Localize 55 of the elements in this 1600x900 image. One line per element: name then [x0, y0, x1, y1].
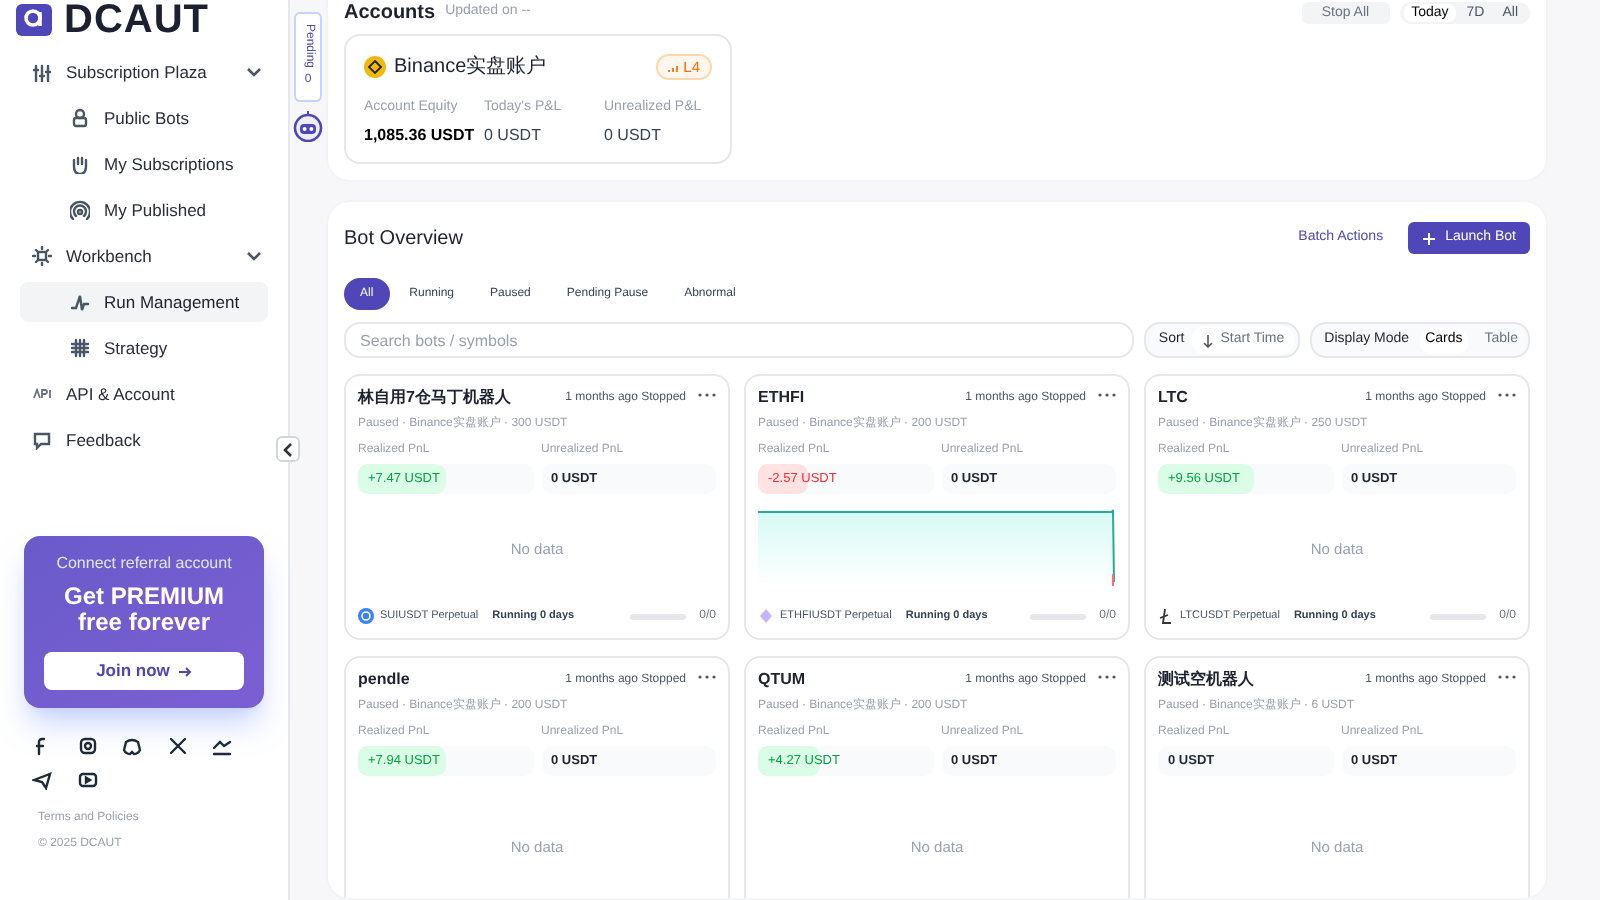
stat-value: 1,085.36 USDT [364, 123, 477, 147]
nav-item[interactable]: Workbench [20, 236, 268, 276]
grid-icon [70, 338, 90, 358]
bot-name: pendle [358, 668, 410, 692]
nav-item[interactable]: Public Bots [20, 98, 268, 138]
api-icon [32, 388, 52, 400]
plus-icon [1421, 231, 1436, 245]
broadcast-icon [70, 200, 90, 220]
section-title: Accounts [344, 2, 436, 24]
more-icon[interactable] [1098, 674, 1116, 680]
promo-subtitle: Connect referral account [56, 552, 232, 576]
nav-item[interactable]: API & Account [20, 374, 268, 414]
bot-name: QTUM [758, 668, 806, 692]
account-name: Binance实盘账户 [394, 53, 547, 82]
search-field[interactable]: Search bots / symbols [344, 322, 1135, 358]
bot-name: ETHFI [758, 386, 805, 410]
instagram-icon[interactable] [77, 736, 98, 756]
more-icon[interactable] [1498, 674, 1516, 680]
nav-item[interactable]: My Subscriptions [20, 144, 268, 184]
pulse-icon [70, 292, 90, 312]
stat-value: 0 USDT [604, 123, 663, 147]
more-icon[interactable] [1498, 392, 1516, 398]
bot-name: 林自用7仓马丁机器人 [358, 386, 511, 410]
litecoin-icon [1158, 608, 1174, 624]
diamond-coin-icon [364, 56, 386, 78]
nav-item[interactable]: Run Management [20, 282, 268, 322]
bot-name: LTC [1158, 386, 1188, 410]
play-icon[interactable] [77, 770, 98, 790]
section-title: Bot Overview [344, 225, 463, 253]
chart-icon[interactable] [212, 736, 233, 756]
signal-bars-icon [667, 62, 680, 72]
stat-value: 0 USDT [484, 123, 543, 147]
chat-icon [32, 430, 52, 450]
diamond-icon [758, 608, 774, 624]
collapse-button[interactable] [276, 436, 300, 462]
more-icon[interactable] [1098, 392, 1116, 398]
coin-icon [358, 608, 374, 624]
nav-item[interactable]: My Published [20, 190, 268, 230]
arrow-down-icon [1202, 333, 1215, 347]
more-icon[interactable] [698, 674, 716, 680]
paper-plane-icon[interactable] [32, 770, 52, 790]
sliders-icon [32, 62, 52, 82]
chevron-left-icon [282, 441, 294, 457]
logo-text: DCAUT [64, 4, 209, 36]
nav-item[interactable]: Subscription Plaza [20, 52, 268, 92]
promo-title: Get PREMIUM free forever [61, 584, 226, 636]
join-button[interactable]: Join now [44, 652, 244, 690]
bot-name: 测试空机器人 [1158, 668, 1254, 692]
sun-icon [32, 246, 52, 266]
nav-item[interactable]: Strategy [20, 328, 268, 368]
more-icon[interactable] [698, 392, 716, 398]
nav-item[interactable]: Feedback [20, 420, 268, 460]
hand-icon [70, 154, 90, 174]
x-logo-icon[interactable] [167, 736, 188, 756]
arrow-right-icon [177, 665, 192, 677]
